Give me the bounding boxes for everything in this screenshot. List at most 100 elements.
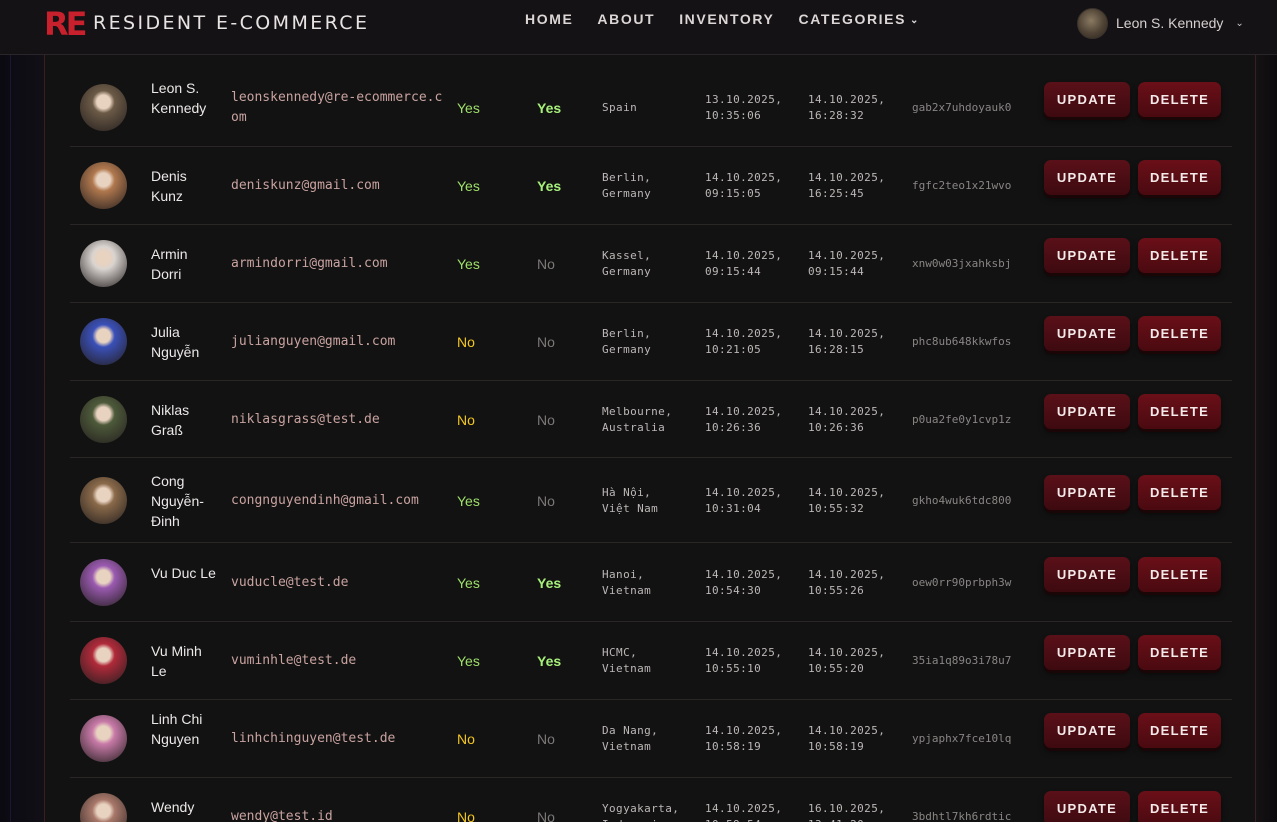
update-button[interactable]: UPDATE: [1044, 635, 1130, 670]
delete-button[interactable]: DELETE: [1138, 238, 1221, 273]
verified-flag: Yes: [457, 178, 480, 194]
email-cell: linhchinguyen@test.de: [231, 731, 396, 746]
updated-date-cell: 14.10.2025, 10:55:26: [808, 567, 886, 597]
update-button[interactable]: UPDATE: [1044, 474, 1130, 510]
update-button[interactable]: UPDATE: [1044, 713, 1130, 748]
user-name-cell: Julia Nguyễn: [151, 324, 200, 360]
email-cell: niklasgrass@test.de: [231, 411, 380, 427]
table-row: Vu Minh Le vuminhle@test.de Yes Yes HCMC, Vie…: [70, 622, 1232, 700]
nav-categories[interactable]: CATEGORIES ⌄: [799, 10, 921, 28]
location-cell: Spain: [602, 101, 638, 114]
right-rail: [1255, 0, 1256, 822]
table-row: Vu Duc Le vuducle@test.de Yes Yes Hanoi, Viet…: [70, 543, 1232, 622]
table-row: Denis Kunz deniskunz@gmail.com Yes Yes Berli…: [70, 147, 1232, 225]
update-button[interactable]: UPDATE: [1044, 82, 1130, 117]
user-menu[interactable]: Leon S. Kennedy ⌄: [1077, 7, 1244, 39]
location-cell: Melbourne, Australia: [602, 404, 673, 434]
update-button[interactable]: UPDATE: [1044, 238, 1130, 273]
delete-button[interactable]: DELETE: [1138, 160, 1221, 195]
created-date-cell: 13.10.2025, 10:35:06: [705, 93, 783, 122]
delete-button[interactable]: DELETE: [1138, 82, 1221, 117]
delete-button[interactable]: DELETE: [1138, 713, 1221, 748]
nav-categories-label: CATEGORIES: [798, 11, 907, 27]
nav-inventory[interactable]: INVENTORY: [679, 10, 774, 28]
location-cell: HCMC, Vietnam: [602, 646, 652, 675]
delete-button[interactable]: DELETE: [1138, 393, 1221, 429]
user-name-cell: Cong Nguyễn-Đinh: [151, 472, 204, 529]
record-id-cell: fgfc2teo1x21wvo: [912, 179, 1012, 192]
nav-home[interactable]: HOME: [525, 10, 573, 28]
created-date-cell: 14.10.2025, 10:26:36: [705, 404, 783, 434]
location-cell: Hanoi, Vietnam: [602, 567, 652, 597]
users-table: Leon S. Kennedy leonskennedy@re-ecommerce…: [70, 0, 1232, 822]
update-button[interactable]: UPDATE: [1044, 316, 1130, 351]
avatar: [80, 715, 127, 762]
email-cell: leonskennedy@re-ecommerce.com: [231, 90, 443, 125]
admin-flag: No: [537, 256, 555, 272]
table-row: Linh Chi Nguyen linhchinguyen@test.de No No…: [70, 700, 1232, 778]
created-date-cell: 14.10.2025, 10:58:19: [705, 724, 783, 753]
created-date-cell: 14.10.2025, 10:31:04: [705, 485, 783, 515]
email-cell: vuminhle@test.de: [231, 653, 357, 668]
table-row: Julia Nguyễn julianguyen@gmail.com No No Ber…: [70, 303, 1232, 381]
user-name-cell: Denis Kunz: [151, 168, 187, 204]
verified-flag: Yes: [457, 492, 480, 509]
record-id-cell: p0ua2fe0y1cvp1z: [912, 412, 1012, 426]
verified-flag: Yes: [457, 574, 480, 591]
record-id-cell: ypjaphx7fce10lq: [912, 732, 1012, 745]
brand-title[interactable]: RESIDENT E-COMMERCE: [93, 11, 369, 35]
updated-date-cell: 14.10.2025, 10:58:19: [808, 724, 886, 753]
update-button[interactable]: UPDATE: [1044, 791, 1130, 822]
main-nav: HOME ABOUT INVENTORY CATEGORIES ⌄: [525, 10, 944, 28]
user-name-cell: Linh Chi Nguyen: [151, 711, 203, 747]
delete-button[interactable]: DELETE: [1138, 474, 1221, 510]
updated-date-cell: 16.10.2025,13:41:20: [808, 802, 886, 822]
email-cell: vuducle@test.de: [231, 574, 349, 590]
verified-flag: No: [457, 809, 475, 822]
verified-flag: Yes: [457, 256, 480, 272]
created-date-cell: 14.10.2025,10:59:54: [705, 802, 783, 822]
logo-icon[interactable]: RE: [44, 4, 88, 44]
user-name-cell: Vu Minh Le: [151, 643, 202, 679]
left-outer-rail: [10, 0, 11, 822]
record-id-cell: oew0rr90prbph3w: [912, 575, 1012, 589]
admin-flag: Yes: [537, 100, 562, 116]
delete-button[interactable]: DELETE: [1138, 791, 1221, 822]
delete-button[interactable]: DELETE: [1138, 556, 1221, 592]
updated-date-cell: 14.10.2025, 16:25:45: [808, 171, 886, 200]
record-id-cell: 35ia1q89o3i78u7: [912, 654, 1012, 667]
admin-flag: No: [537, 411, 555, 428]
chevron-down-icon: ⌄: [1235, 17, 1244, 29]
nav-about[interactable]: ABOUT: [597, 10, 655, 28]
avatar: [80, 637, 127, 684]
update-button[interactable]: UPDATE: [1044, 393, 1130, 429]
table-row: Armin Dorri armindorri@gmail.com Yes No Kass…: [70, 225, 1232, 303]
verified-flag: Yes: [457, 100, 480, 116]
created-date-cell: 14.10.2025, 10:54:30: [705, 567, 783, 597]
created-date-cell: 14.10.2025, 10:21:05: [705, 327, 783, 356]
avatar: [80, 240, 127, 287]
top-navbar: RE RESIDENT E-COMMERCE HOME ABOUT INVENT…: [0, 0, 1277, 55]
admin-flag: Yes: [537, 574, 562, 591]
admin-flag: Yes: [537, 178, 562, 194]
email-cell: armindorri@gmail.com: [231, 256, 388, 271]
chevron-down-icon: ⌄: [910, 15, 921, 26]
location-cell: Hà Nội, Việt Nam: [602, 485, 659, 515]
created-date-cell: 14.10.2025, 09:15:05: [705, 171, 783, 200]
user-name-cell: Leon S. Kennedy: [151, 80, 207, 116]
updated-date-cell: 14.10.2025, 10:55:20: [808, 646, 886, 675]
delete-button[interactable]: DELETE: [1138, 635, 1221, 670]
table-row: Leon S. Kennedy leonskennedy@re-ecommerce…: [70, 69, 1232, 147]
update-button[interactable]: UPDATE: [1044, 556, 1130, 592]
avatar: [80, 318, 127, 365]
location-cell: Berlin, Germany: [602, 171, 652, 200]
delete-button[interactable]: DELETE: [1138, 316, 1221, 351]
email-cell: wendy@test.id: [231, 809, 333, 822]
record-id-cell: gab2x7uhdoyauk0: [912, 101, 1012, 114]
update-button[interactable]: UPDATE: [1044, 160, 1130, 195]
updated-date-cell: 14.10.2025, 10:55:32: [808, 485, 886, 515]
location-cell: Yogyakarta,Indonesia: [602, 802, 680, 822]
avatar: [1077, 7, 1108, 39]
admin-flag: Yes: [537, 653, 562, 669]
updated-date-cell: 14.10.2025, 16:28:15: [808, 327, 886, 356]
